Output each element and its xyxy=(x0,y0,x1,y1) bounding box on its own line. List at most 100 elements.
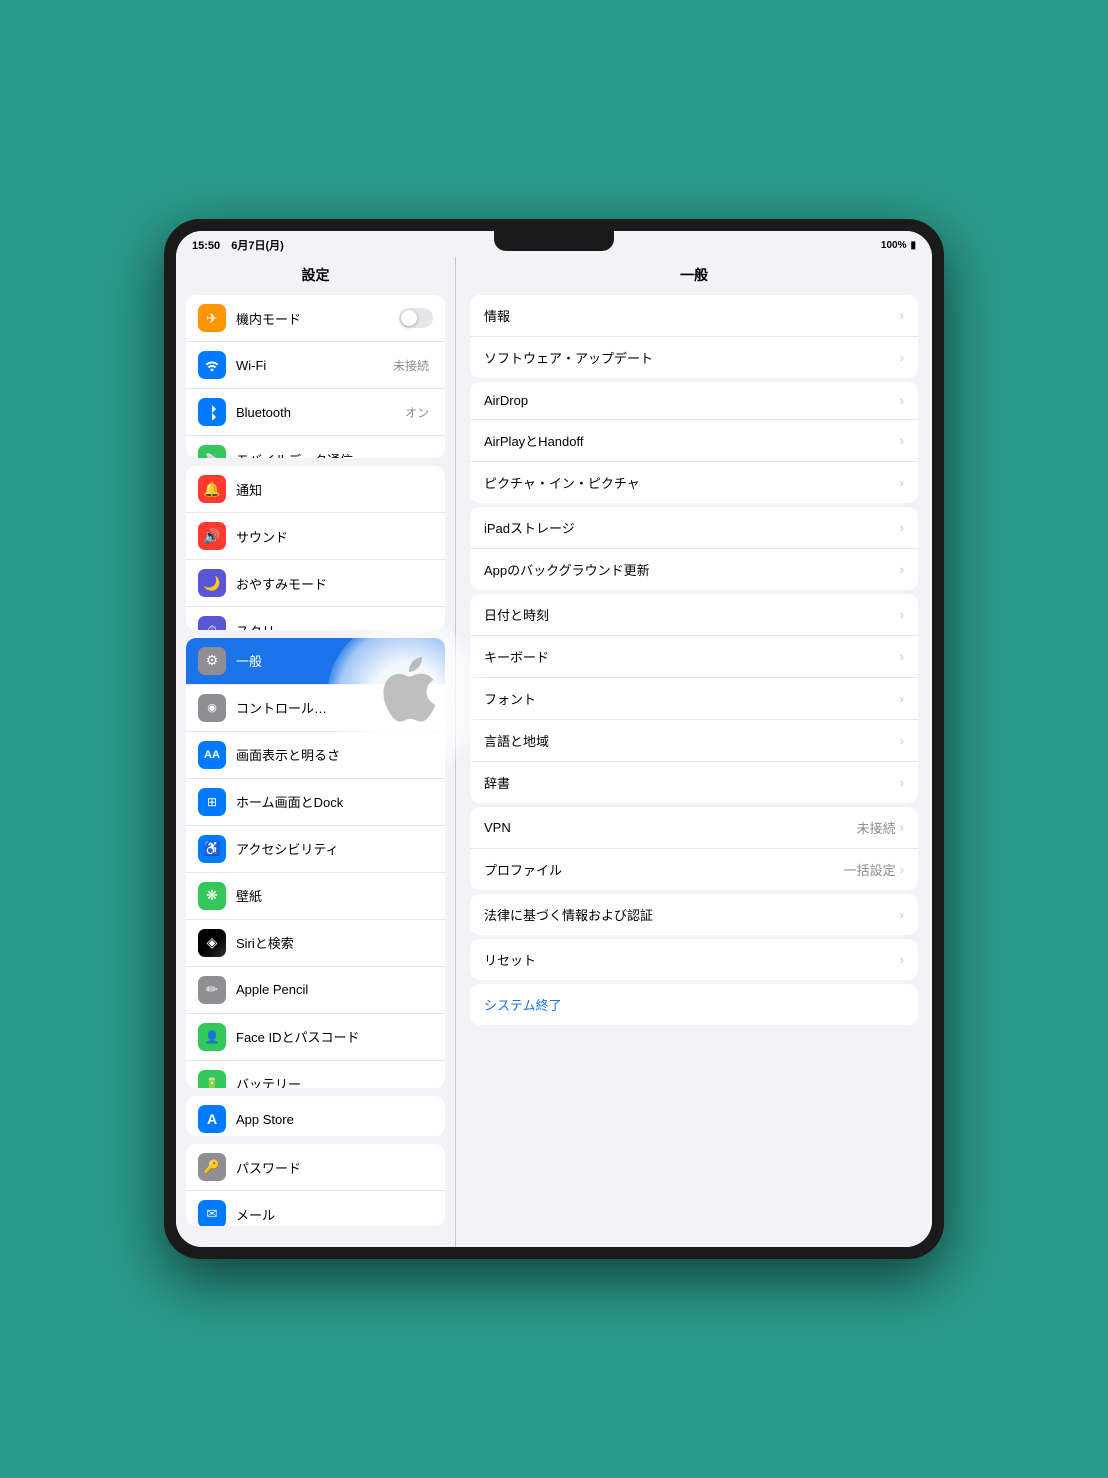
airplane-toggle[interactable] xyxy=(399,308,433,328)
bg-refresh-chevron: › xyxy=(900,562,904,577)
sidebar-item-appstore[interactable]: A App Store xyxy=(186,1096,445,1136)
settings-item-info[interactable]: 情報 › xyxy=(470,295,918,337)
donotdisturb-icon: 🌙 xyxy=(198,569,226,597)
applepencil-label: Apple Pencil xyxy=(236,982,433,997)
appstore-label: App Store xyxy=(236,1112,433,1127)
notification-label: 通知 xyxy=(236,480,433,499)
homescreen-icon: ⊞ xyxy=(198,788,226,816)
airplane-icon: ✈ xyxy=(198,304,226,332)
settings-item-legal[interactable]: 法律に基づく情報および認証 › xyxy=(470,894,918,935)
bluetooth-icon xyxy=(198,398,226,426)
sidebar-item-faceid[interactable]: 👤 Face IDとパスコード xyxy=(186,1014,445,1061)
homescreen-label: ホーム画面とDock xyxy=(236,792,433,811)
settings-group-info: 情報 › ソフトウェア・アップデート › xyxy=(470,295,918,378)
sidebar-title: 設定 xyxy=(176,257,455,291)
vpn-chevron: › xyxy=(900,820,904,835)
keyboard-label: キーボード xyxy=(484,647,900,666)
info-chevron: › xyxy=(900,308,904,323)
sidebar-item-donotdisturb[interactable]: 🌙 おやすみモード xyxy=(186,560,445,607)
sidebar-item-general[interactable]: ⚙ 一般 xyxy=(186,638,445,685)
accessibility-icon: ♿ xyxy=(198,835,226,863)
sidebar-item-screentime[interactable]: ⏱ スクリー… xyxy=(186,607,445,629)
sidebar-item-applepencil[interactable]: ✏ Apple Pencil xyxy=(186,967,445,1014)
notification-icon: 🔔 xyxy=(198,475,226,503)
wifi-value: 未接続 xyxy=(393,357,429,374)
appstore-icon: A xyxy=(198,1105,226,1133)
vpn-label: VPN xyxy=(484,820,857,835)
fonts-label: フォント xyxy=(484,689,900,708)
screentime-icon: ⏱ xyxy=(198,616,226,629)
sidebar-item-bluetooth[interactable]: Bluetooth オン xyxy=(186,389,445,436)
bg-refresh-label: Appのバックグラウンド更新 xyxy=(484,560,900,579)
sound-label: サウンド xyxy=(236,527,433,546)
settings-group-airdrop: AirDrop › AirPlayとHandoff › ピクチャ・イン・ピクチャ… xyxy=(470,382,918,503)
settings-group-datetime: 日付と時刻 › キーボード › フォント › 言語と地域 › xyxy=(470,594,918,803)
mobile-label: モバイルデータ通信 xyxy=(236,450,433,459)
pip-chevron: › xyxy=(900,475,904,490)
battery-icon: ▮ xyxy=(910,240,916,251)
language-chevron: › xyxy=(900,733,904,748)
settings-item-bg-refresh[interactable]: Appのバックグラウンド更新 › xyxy=(470,549,918,590)
status-time: 15:50 6月7日(月) xyxy=(192,237,284,253)
airplay-chevron: › xyxy=(900,433,904,448)
airdrop-label: AirDrop xyxy=(484,393,900,408)
sidebar-item-wifi[interactable]: Wi-Fi 未接続 xyxy=(186,342,445,389)
sidebar-group-notifications: 🔔 通知 🔊 サウンド 🌙 おやすみモード ⏱ スクリー… xyxy=(186,466,445,629)
wifi-icon xyxy=(198,351,226,379)
settings-item-keyboard[interactable]: キーボード › xyxy=(470,636,918,678)
wallpaper-icon: ❋ xyxy=(198,882,226,910)
sidebar-item-sound[interactable]: 🔊 サウンド xyxy=(186,513,445,560)
settings-group-shutdown: システム終了 xyxy=(470,984,918,1025)
sidebar-item-wallpaper[interactable]: ❋ 壁紙 xyxy=(186,873,445,920)
airdrop-chevron: › xyxy=(900,393,904,408)
screentime-label: スクリー… xyxy=(236,621,433,630)
siri-label: Siriと検索 xyxy=(236,933,433,952)
passwords-label: パスワード xyxy=(236,1158,433,1177)
status-right: 100% ▮ xyxy=(881,240,916,251)
sidebar-item-homescreen[interactable]: ⊞ ホーム画面とDock xyxy=(186,779,445,826)
reset-label: リセット xyxy=(484,950,900,969)
software-update-label: ソフトウェア・アップデート xyxy=(484,348,900,367)
language-label: 言語と地域 xyxy=(484,731,900,750)
sidebar-item-passwords[interactable]: 🔑 パスワード xyxy=(186,1144,445,1191)
settings-item-airplay[interactable]: AirPlayとHandoff › xyxy=(470,420,918,462)
device-screen: 15:50 6月7日(月) 100% ▮ 設定 ✈ 機内モード xyxy=(176,231,932,1247)
reset-chevron: › xyxy=(900,952,904,967)
settings-item-dictionary[interactable]: 辞書 › xyxy=(470,762,918,803)
settings-item-pip[interactable]: ピクチャ・イン・ピクチャ › xyxy=(470,462,918,503)
settings-item-software-update[interactable]: ソフトウェア・アップデート › xyxy=(470,337,918,378)
general-label: 一般 xyxy=(236,651,433,670)
sidebar-item-display[interactable]: AA 画面表示と明るさ xyxy=(186,732,445,779)
main-content: 設定 ✈ 機内モード xyxy=(176,257,932,1247)
sidebar-item-battery[interactable]: 🔋 バッテリー xyxy=(186,1061,445,1089)
sidebar-item-airplane[interactable]: ✈ 機内モード xyxy=(186,295,445,342)
battery-label: バッテリー xyxy=(236,1074,433,1088)
settings-item-reset[interactable]: リセット › xyxy=(470,939,918,980)
fonts-chevron: › xyxy=(900,691,904,706)
vpn-value: 未接続 xyxy=(857,818,896,837)
settings-item-airdrop[interactable]: AirDrop › xyxy=(470,382,918,420)
settings-group-legal: 法律に基づく情報および認証 › xyxy=(470,894,918,935)
sidebar-item-mobile[interactable]: 📡 モバイルデータ通信 xyxy=(186,436,445,458)
settings-item-ipad-storage[interactable]: iPadストレージ › xyxy=(470,507,918,549)
sidebar-item-notification[interactable]: 🔔 通知 xyxy=(186,466,445,513)
sidebar-item-siri[interactable]: ◈ Siriと検索 xyxy=(186,920,445,967)
mail-icon: ✉ xyxy=(198,1200,226,1225)
settings-item-language[interactable]: 言語と地域 › xyxy=(470,720,918,762)
settings-item-fonts[interactable]: フォント › xyxy=(470,678,918,720)
sidebar-item-control[interactable]: ◉ コントロール… xyxy=(186,685,445,732)
settings-group-reset: リセット › xyxy=(470,939,918,980)
settings-group-storage: iPadストレージ › Appのバックグラウンド更新 › xyxy=(470,507,918,590)
settings-item-shutdown[interactable]: システム終了 xyxy=(470,984,918,1025)
legal-chevron: › xyxy=(900,907,904,922)
ipad-storage-chevron: › xyxy=(900,520,904,535)
sidebar-item-mail[interactable]: ✉ メール xyxy=(186,1191,445,1225)
settings-item-datetime[interactable]: 日付と時刻 › xyxy=(470,594,918,636)
settings-item-profile[interactable]: プロファイル 一括設定 › xyxy=(470,849,918,890)
bluetooth-value: オン xyxy=(405,404,429,421)
sidebar-item-accessibility[interactable]: ♿ アクセシビリティ xyxy=(186,826,445,873)
right-panel: 一般 情報 › ソフトウェア・アップデート › AirDro xyxy=(456,257,932,1247)
display-icon: AA xyxy=(198,741,226,769)
settings-item-vpn[interactable]: VPN 未接続 › xyxy=(470,807,918,849)
sidebar-group-appstore: A App Store xyxy=(186,1096,445,1136)
